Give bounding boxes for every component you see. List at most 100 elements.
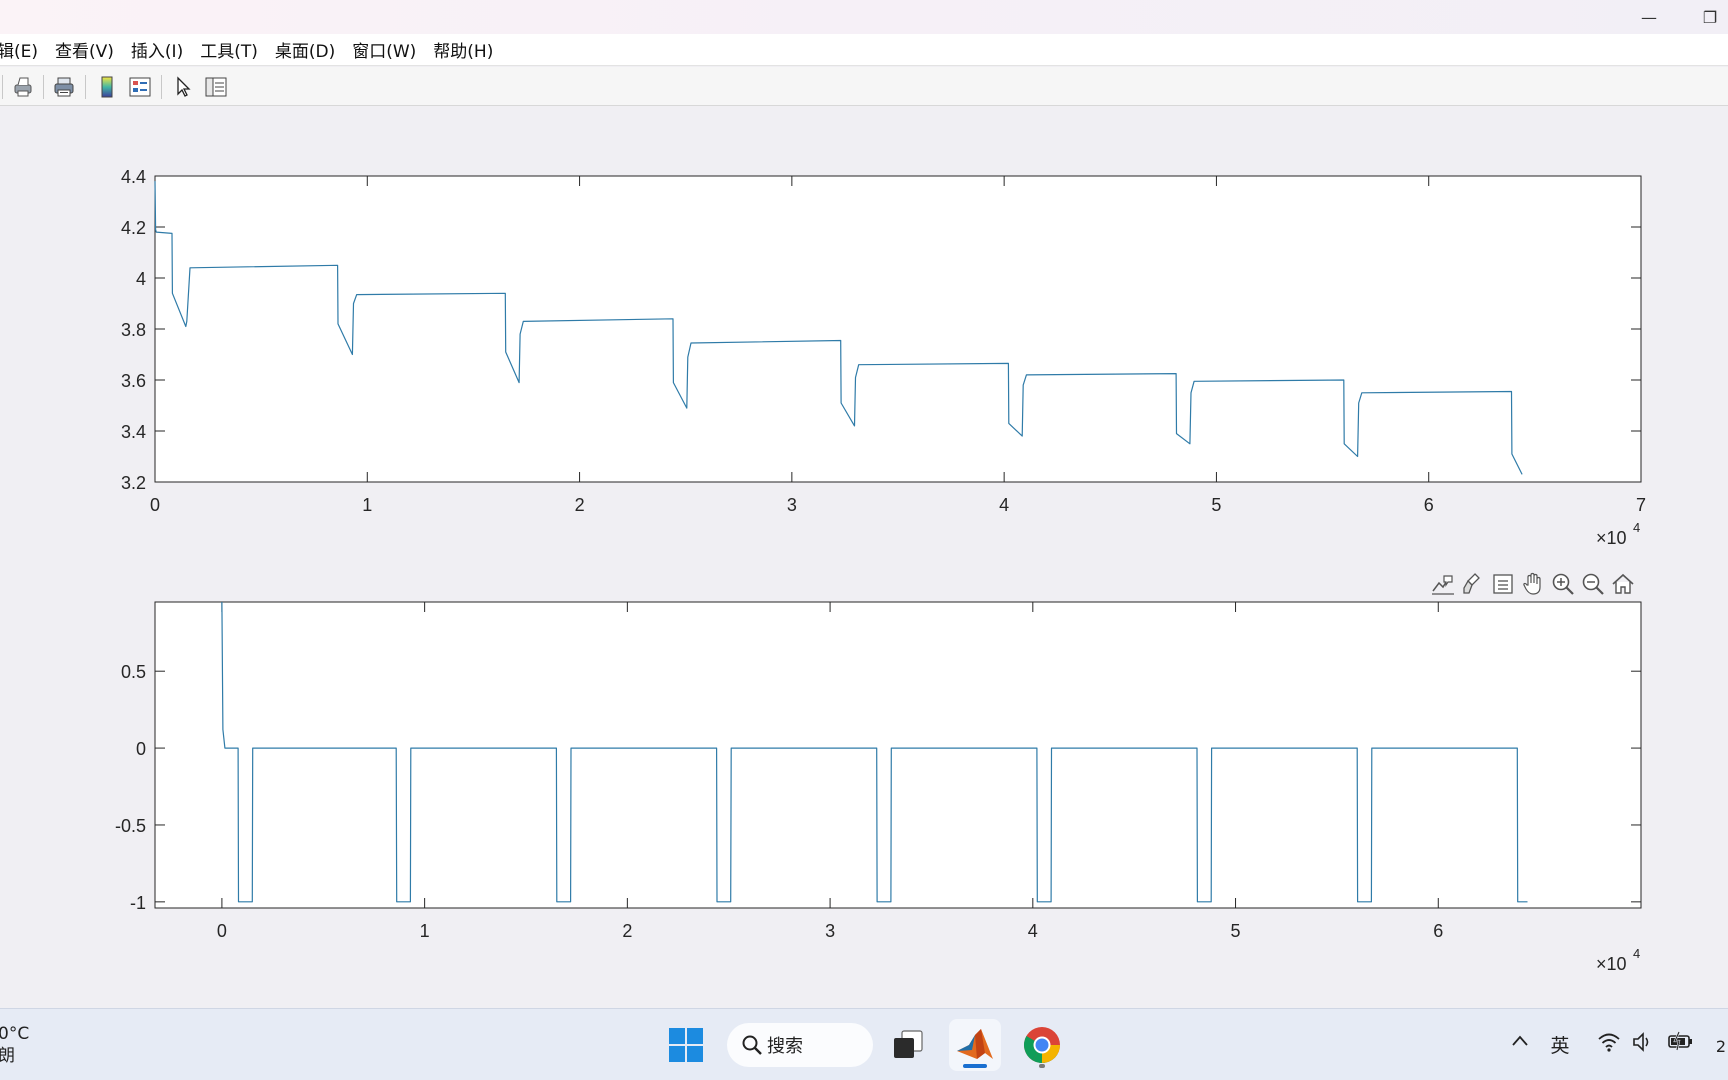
zoom-in-icon: [1552, 573, 1574, 595]
zoom-out-icon: [1582, 573, 1604, 595]
x-tick-label: 0: [217, 921, 227, 941]
x-tick-label: 5: [1231, 921, 1241, 941]
taskbar-app-chrome[interactable]: [1016, 1019, 1068, 1071]
x-tick-label: 7: [1636, 495, 1646, 515]
y-tick-label: -1: [130, 893, 146, 913]
print-button[interactable]: [10, 74, 36, 100]
windows-logo-icon: [669, 1028, 703, 1062]
x-exponent-power: 4: [1633, 946, 1640, 961]
search-icon: [742, 1035, 762, 1055]
y-tick-label: 4.2: [121, 218, 146, 238]
toolbar-separator: [85, 75, 86, 99]
y-tick-label: 3.4: [121, 422, 146, 442]
print-icon: [14, 77, 32, 97]
maximize-button[interactable]: ❐: [1690, 0, 1728, 34]
menu-desktop[interactable]: 桌面(D): [275, 37, 335, 62]
menu-tools[interactable]: 工具(T): [200, 37, 258, 62]
ime-indicator[interactable]: 英: [1546, 1031, 1574, 1058]
taskbar: 0°C 朗 搜索 英 2: [0, 1008, 1728, 1080]
weather-temperature: 0°C: [0, 1024, 30, 1044]
maximize-icon: ❐: [1702, 7, 1718, 27]
y-tick-label: 3.2: [121, 473, 146, 493]
restore-view-icon: [1612, 573, 1634, 594]
menu-bar: 辑(E) 查看(V) 插入(I) 工具(T) 桌面(D) 窗口(W) 帮助(H): [0, 34, 1728, 66]
menu-edit[interactable]: 辑(E): [0, 37, 38, 62]
edit-plot-button[interactable]: [171, 74, 197, 100]
zoom-in-button[interactable]: [1550, 570, 1576, 598]
axes-bottom[interactable]: 0 1 2 3 4 5 6 -1 -0.5 0 0.5 ×10 4: [115, 601, 1642, 974]
restore-view-button[interactable]: [1610, 570, 1636, 598]
weather-condition: 朗: [0, 1046, 15, 1066]
y-tick-label: 4: [136, 269, 146, 289]
figure-toolbar: [0, 67, 1728, 106]
speaker-icon: [1633, 1032, 1649, 1052]
x-exponent-base: ×10: [1596, 954, 1627, 974]
x-tick-label: 3: [825, 921, 835, 941]
x-tick-label: 1: [420, 921, 430, 941]
task-view-button[interactable]: [882, 1019, 934, 1071]
taskbar-app-matlab[interactable]: [949, 1019, 1001, 1071]
figure-plots: 0 1 2 3 4 5 6 7 3.2 3.4 3.6 3.8 4 4.2 4.4 ×10 4 0 1 2 3 4 5 6 -…: [115, 167, 1646, 974]
x-exponent-base: ×10: [1596, 528, 1627, 548]
menu-help[interactable]: 帮助(H): [433, 37, 493, 62]
running-app-indicator: [1039, 1064, 1045, 1068]
minimize-button[interactable]: —: [1624, 0, 1674, 34]
plot-area: [154, 175, 1642, 483]
y-tick-label: 3.6: [121, 371, 146, 391]
property-inspector-icon: [205, 77, 227, 97]
active-app-indicator: [963, 1064, 987, 1068]
toolbar-separator: [2, 75, 3, 99]
x-exponent-power: 4: [1633, 520, 1640, 535]
x-tick-label: 0: [150, 495, 160, 515]
data-tip-button[interactable]: [1430, 570, 1456, 598]
menu-view[interactable]: 查看(V): [55, 37, 114, 62]
toolbar-separator: [43, 75, 44, 99]
legend-icon: [129, 77, 151, 97]
colorbar-icon: [101, 76, 113, 98]
clock-partial[interactable]: 2: [1714, 1037, 1728, 1056]
chrome-icon: [1023, 1027, 1060, 1064]
plot-area: [154, 601, 1642, 909]
y-tick-label: 4.4: [121, 167, 146, 187]
export-button[interactable]: [1490, 570, 1516, 598]
weather-widget[interactable]: 0°C 朗: [0, 1023, 29, 1067]
y-tick-label: 0: [136, 739, 146, 759]
pan-icon: [1523, 572, 1541, 595]
export-icon: [1493, 574, 1513, 594]
chevron-up-icon: [1512, 1035, 1528, 1046]
y-tick-label: -0.5: [115, 816, 146, 836]
pan-button[interactable]: [1520, 570, 1546, 598]
battery-charging-icon: [1668, 1031, 1692, 1051]
taskbar-search[interactable]: 搜索: [727, 1023, 873, 1067]
matlab-icon: [957, 1029, 993, 1059]
battery-status[interactable]: [1666, 1031, 1696, 1051]
start-button[interactable]: [660, 1019, 712, 1071]
colorbar-button[interactable]: [94, 74, 120, 100]
volume-status[interactable]: [1630, 1031, 1656, 1053]
brush-button[interactable]: [1460, 570, 1486, 598]
property-inspector-button[interactable]: [203, 74, 229, 100]
x-tick-label: 4: [999, 495, 1009, 515]
toolbar-separator: [161, 75, 162, 99]
menu-window[interactable]: 窗口(W): [352, 37, 416, 62]
minimize-icon: —: [1641, 7, 1657, 27]
zoom-out-button[interactable]: [1580, 570, 1606, 598]
x-tick-label: 1: [362, 495, 372, 515]
axes-top[interactable]: 0 1 2 3 4 5 6 7 3.2 3.4 3.6 3.8 4 4.2 4.4 ×10 4: [121, 167, 1646, 548]
tray-overflow-button[interactable]: [1508, 1031, 1532, 1051]
task-view-icon: [894, 1030, 923, 1058]
axes-toolbar: [1430, 570, 1636, 602]
x-tick-label: 4: [1028, 921, 1038, 941]
search-label: 搜索: [767, 1036, 803, 1057]
menu-insert[interactable]: 插入(I): [131, 37, 183, 62]
wifi-icon: [1598, 1033, 1620, 1052]
x-tick-label: 6: [1424, 495, 1434, 515]
figure-canvas: 0 1 2 3 4 5 6 7 3.2 3.4 3.6 3.8 4 4.2 4.4 ×10 4 0 1 2 3 4 5 6 -…: [0, 106, 1728, 1008]
print-preview-button[interactable]: [51, 74, 77, 100]
legend-button[interactable]: [127, 74, 153, 100]
x-tick-label: 6: [1433, 921, 1443, 941]
wifi-status[interactable]: [1595, 1031, 1623, 1053]
data-tip-icon: [1432, 575, 1454, 595]
print-preview-icon: [54, 77, 74, 97]
brush-icon: [1463, 573, 1480, 594]
